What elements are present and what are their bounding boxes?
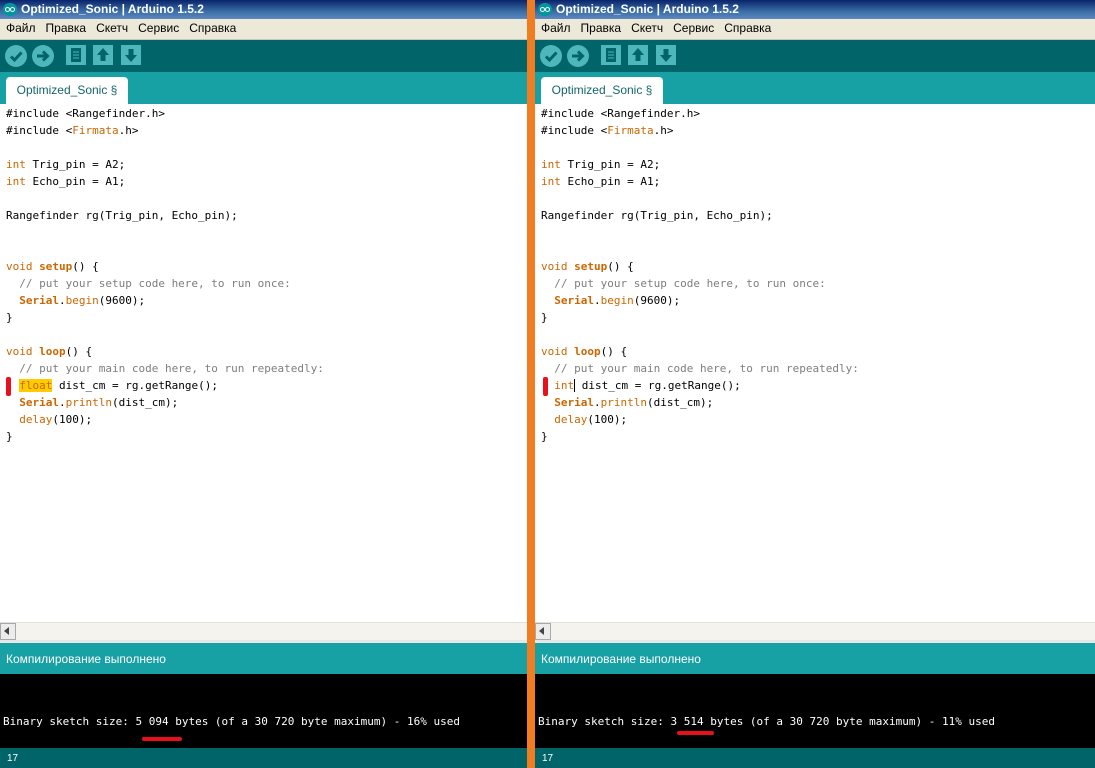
status-text: Компилирование выполнено: [541, 652, 701, 666]
code-line: int Echo_pin = A1;: [541, 175, 661, 188]
code-line: void setup() {: [541, 260, 634, 273]
console-message: Binary sketch size: 3 514 bytes (of a 30…: [538, 715, 995, 728]
menu-help[interactable]: Справка: [719, 19, 776, 38]
code-line: Rangefinder rg(Trig_pin, Echo_pin);: [541, 209, 773, 222]
code-comment: // put your setup code here, to run once…: [6, 277, 291, 290]
red-annotation-mark: [6, 377, 11, 396]
highlighted-type-keyword: float: [19, 379, 53, 392]
code-line: }: [541, 430, 548, 443]
code-line: void loop() {: [6, 345, 93, 358]
window-title: Optimized_Sonic | Arduino 1.5.2: [556, 2, 739, 16]
upload-icon[interactable]: [567, 45, 589, 67]
menu-bar: Файл Правка Скетч Сервис Справка: [0, 19, 527, 40]
window-title: Optimized_Sonic | Arduino 1.5.2: [21, 2, 204, 16]
code-line: delay(100);: [554, 413, 628, 426]
red-underline-annotation: [677, 731, 714, 735]
tab-optimized-sonic[interactable]: Optimized_Sonic §: [541, 77, 663, 104]
new-icon[interactable]: [601, 45, 621, 65]
code-editor[interactable]: #include <Rangefinder.h> #include <Firma…: [535, 104, 1095, 622]
scroll-left-icon[interactable]: [0, 623, 16, 640]
menu-bar: Файл Правка Скетч Сервис Справка: [535, 19, 1095, 40]
title-bar[interactable]: Optimized_Sonic | Arduino 1.5.2: [0, 0, 527, 19]
sketch-size-value: 3 514: [670, 715, 704, 728]
code-line: Rangefinder rg(Trig_pin, Echo_pin);: [6, 209, 238, 222]
code-line: #include <Firmata.h>: [6, 124, 139, 137]
code-line-type-declaration: int dist_cm = rg.getRange();: [554, 379, 741, 392]
menu-tools[interactable]: Сервис: [133, 19, 184, 38]
tab-strip: Optimized_Sonic §: [535, 72, 1095, 104]
code-line: Serial.begin(9600);: [554, 294, 681, 307]
verify-icon[interactable]: [540, 45, 562, 67]
code-line: Serial.println(dist_cm);: [554, 396, 714, 409]
red-underline-annotation: [142, 737, 182, 741]
red-annotation-mark: [543, 377, 548, 396]
menu-tools[interactable]: Сервис: [668, 19, 719, 38]
open-icon[interactable]: [93, 45, 113, 65]
bottom-status-bar: 17: [535, 748, 1095, 768]
code-line: int Trig_pin = A2;: [6, 158, 126, 171]
upload-icon[interactable]: [32, 45, 54, 67]
save-icon[interactable]: [656, 45, 676, 65]
arduino-logo-icon: [538, 3, 552, 16]
tab-optimized-sonic[interactable]: Optimized_Sonic §: [6, 77, 128, 104]
console-message: Binary sketch size: 5 094 bytes (of a 30…: [3, 715, 460, 728]
console-output: Binary sketch size: 3 514 bytes (of a 30…: [535, 674, 1095, 748]
right-arduino-window: Optimized_Sonic | Arduino 1.5.2 Файл Прав…: [535, 0, 1095, 768]
toolbar: [535, 40, 1095, 72]
menu-edit[interactable]: Правка: [576, 19, 627, 38]
code-line-type-declaration: float dist_cm = rg.getRange();: [19, 379, 218, 392]
menu-file[interactable]: Файл: [1, 19, 41, 38]
left-arduino-window: Optimized_Sonic | Arduino 1.5.2 Файл Прав…: [0, 0, 527, 768]
scroll-left-icon[interactable]: [535, 623, 551, 640]
code-comment: // put your setup code here, to run once…: [541, 277, 826, 290]
code-line: #include <Firmata.h>: [541, 124, 674, 137]
status-text: Компилирование выполнено: [6, 652, 166, 666]
menu-sketch[interactable]: Скетч: [91, 19, 133, 38]
horizontal-scrollbar[interactable]: [0, 622, 527, 640]
line-number: 17: [7, 753, 19, 764]
status-bar: Компилирование выполнено: [0, 643, 527, 674]
horizontal-scrollbar[interactable]: [535, 622, 1095, 640]
code-line: int Trig_pin = A2;: [541, 158, 661, 171]
sketch-size-value: 5 094: [135, 715, 169, 728]
new-icon[interactable]: [66, 45, 86, 65]
menu-file[interactable]: Файл: [536, 19, 576, 38]
menu-edit[interactable]: Правка: [41, 19, 92, 38]
open-icon[interactable]: [628, 45, 648, 65]
tab-strip: Optimized_Sonic §: [0, 72, 527, 104]
save-icon[interactable]: [121, 45, 141, 65]
code-line: Serial.println(dist_cm);: [19, 396, 179, 409]
code-editor[interactable]: #include <Rangefinder.h> #include <Firma…: [0, 104, 527, 622]
code-comment: // put your main code here, to run repea…: [6, 362, 324, 375]
menu-sketch[interactable]: Скетч: [626, 19, 668, 38]
line-number: 17: [542, 753, 554, 764]
code-line: #include <Rangefinder.h>: [541, 107, 700, 120]
menu-help[interactable]: Справка: [184, 19, 241, 38]
arduino-logo-icon: [3, 3, 17, 16]
code-comment: // put your main code here, to run repea…: [541, 362, 859, 375]
toolbar: [0, 40, 527, 72]
code-line: #include <Rangefinder.h>: [6, 107, 165, 120]
code-line: }: [6, 311, 13, 324]
type-keyword: int: [554, 379, 575, 392]
code-line: int Echo_pin = A1;: [6, 175, 126, 188]
bottom-status-bar: 17: [0, 748, 527, 768]
verify-icon[interactable]: [5, 45, 27, 67]
status-bar: Компилирование выполнено: [535, 643, 1095, 674]
code-line: void setup() {: [6, 260, 99, 273]
code-line: }: [6, 430, 13, 443]
title-bar[interactable]: Optimized_Sonic | Arduino 1.5.2: [535, 0, 1095, 19]
code-line: Serial.begin(9600);: [19, 294, 146, 307]
code-line: delay(100);: [19, 413, 93, 426]
code-line: }: [541, 311, 548, 324]
console-output: Binary sketch size: 5 094 bytes (of a 30…: [0, 674, 527, 748]
code-line: void loop() {: [541, 345, 628, 358]
